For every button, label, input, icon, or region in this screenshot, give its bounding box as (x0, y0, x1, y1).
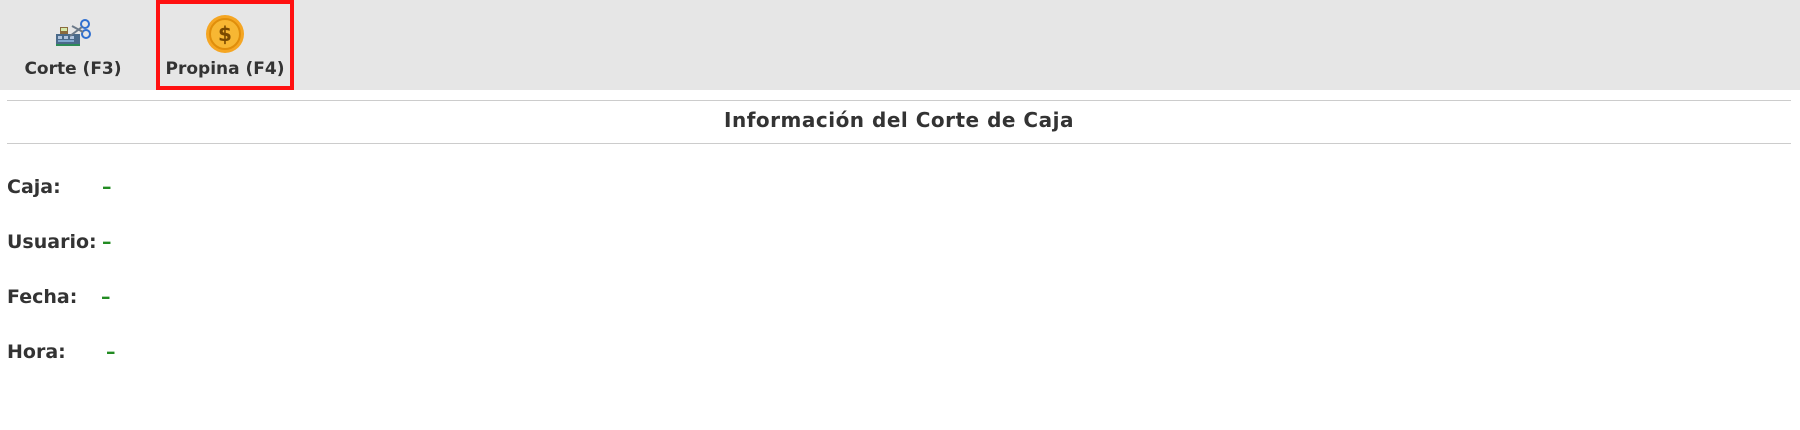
divider-bottom (7, 143, 1791, 144)
cash-register-scissors-icon (52, 12, 94, 54)
divider-top (7, 100, 1791, 101)
corte-button-label: Corte (F3) (24, 59, 122, 79)
hora-label: Hora: (7, 341, 66, 363)
section-title: Información del Corte de Caja (724, 108, 1074, 132)
hora-value: – (106, 341, 116, 363)
propina-button-label: Propina (F4) (165, 59, 285, 79)
usuario-label: Usuario: (7, 231, 97, 253)
fecha-label: Fecha: (7, 286, 78, 308)
propina-button[interactable]: $ Propina (F4) (156, 0, 294, 90)
caja-value: – (102, 176, 112, 198)
corte-button[interactable]: Corte (F3) (12, 0, 134, 90)
dollar-coin-icon: $ (204, 13, 246, 55)
toolbar: Corte (F3) $ Propina (F4) (0, 0, 1800, 90)
fecha-value: – (101, 286, 111, 308)
caja-label: Caja: (7, 176, 61, 198)
svg-text:$: $ (218, 22, 232, 46)
usuario-value: – (102, 231, 112, 253)
